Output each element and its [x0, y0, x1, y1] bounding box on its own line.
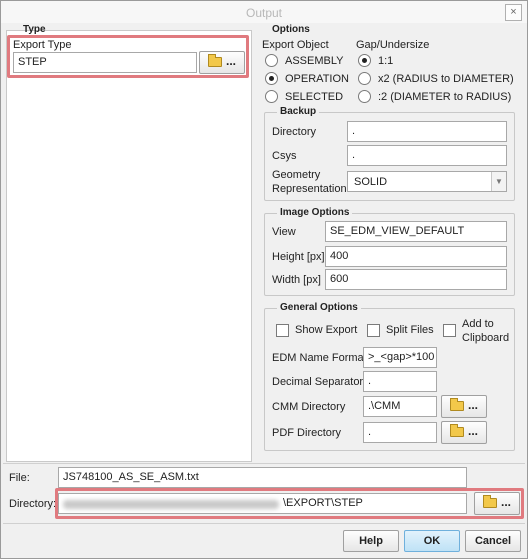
help-button[interactable]: Help [343, 530, 399, 552]
geometry-label-1: Geometry [272, 169, 321, 181]
export-object-label: Export Object [262, 39, 329, 51]
radio-gap-x2[interactable] [358, 72, 371, 85]
type-group-title: Type [23, 24, 46, 35]
type-panel [6, 30, 252, 462]
csys-field[interactable]: . [347, 145, 507, 166]
radio-selected-label: SELECTED [285, 91, 344, 103]
cancel-button[interactable]: Cancel [465, 530, 521, 552]
decimal-separator-field[interactable]: . [363, 371, 437, 392]
decimal-separator-label: Decimal Separator [272, 376, 364, 388]
directory-highlight [55, 488, 524, 519]
add-to-clipboard-label-1: Add to [462, 318, 494, 330]
geometry-select-value: SOLID [354, 176, 388, 188]
title-bar: Output [1, 1, 527, 23]
height-label: Height [px] [272, 251, 325, 263]
view-field[interactable]: SE_EDM_VIEW_DEFAULT [325, 221, 507, 242]
pdf-directory-browse-button[interactable]: ... [441, 421, 487, 444]
geometry-select[interactable]: SOLID ▼ [347, 171, 507, 192]
chevron-down-icon: ▼ [491, 172, 506, 191]
folder-icon [450, 424, 464, 437]
cmm-directory-field[interactable]: .\CMM [363, 396, 437, 417]
radio-gap-1-1[interactable] [358, 54, 371, 67]
radio-operation[interactable] [265, 72, 278, 85]
geometry-label-2: Representation [272, 183, 347, 195]
edm-name-format-field[interactable]: >_<gap>*100 [363, 347, 437, 368]
height-field[interactable]: 400 [325, 246, 507, 267]
radio-assembly[interactable] [265, 54, 278, 67]
radio-operation-label: OPERATION [285, 73, 349, 85]
divider [3, 463, 525, 464]
csys-label: Csys [272, 150, 297, 162]
close-button[interactable]: × [505, 4, 522, 21]
add-to-clipboard-label-2: Clipboard [462, 332, 510, 344]
file-field[interactable]: JS748100_AS_SE_ASM.txt [58, 467, 467, 488]
width-label: Width [px] [272, 274, 321, 286]
file-label: File: [9, 472, 30, 484]
radio-gap-x2-label: x2 (RADIUS to DIAMETER) [378, 73, 514, 85]
cmm-directory-browse-button[interactable]: ... [441, 395, 487, 418]
options-title: Options [272, 24, 310, 35]
folder-icon [450, 398, 464, 411]
backup-title: Backup [277, 106, 320, 117]
gap-label: Gap/Undersize [356, 39, 430, 51]
backup-directory-field[interactable]: . [347, 121, 507, 142]
radio-gap-half[interactable] [358, 90, 371, 103]
export-type-highlight [7, 35, 249, 78]
split-files-label: Split Files [386, 324, 434, 336]
show-export-label: Show Export [295, 324, 358, 336]
backup-directory-label: Directory [272, 126, 317, 138]
ok-button[interactable]: OK [404, 530, 460, 552]
view-label: View [272, 226, 296, 238]
image-options-title: Image Options [277, 207, 353, 218]
add-to-clipboard-checkbox[interactable] [443, 324, 456, 337]
general-options-title: General Options [277, 302, 361, 313]
edm-name-format-label: EDM Name Format [272, 352, 367, 364]
pdf-directory-field[interactable]: . [363, 422, 437, 443]
show-export-checkbox[interactable] [276, 324, 289, 337]
split-files-checkbox[interactable] [367, 324, 380, 337]
browse-dots: ... [468, 424, 479, 438]
radio-selected[interactable] [265, 90, 278, 103]
browse-dots: ... [468, 398, 479, 412]
width-field[interactable]: 600 [325, 269, 507, 290]
window-title: Output [245, 6, 283, 20]
directory-label: Directory: [9, 498, 57, 510]
divider-bottom [3, 523, 525, 524]
radio-assembly-label: ASSEMBLY [285, 55, 344, 67]
cmm-directory-label: CMM Directory [272, 401, 346, 413]
radio-gap-half-label: :2 (DIAMETER to RADIUS) [378, 91, 512, 103]
pdf-directory-label: PDF Directory [272, 427, 342, 439]
radio-gap-1-1-label: 1:1 [378, 55, 394, 67]
output-dialog: Output × Type Export Type STEP ... Optio… [0, 0, 528, 559]
